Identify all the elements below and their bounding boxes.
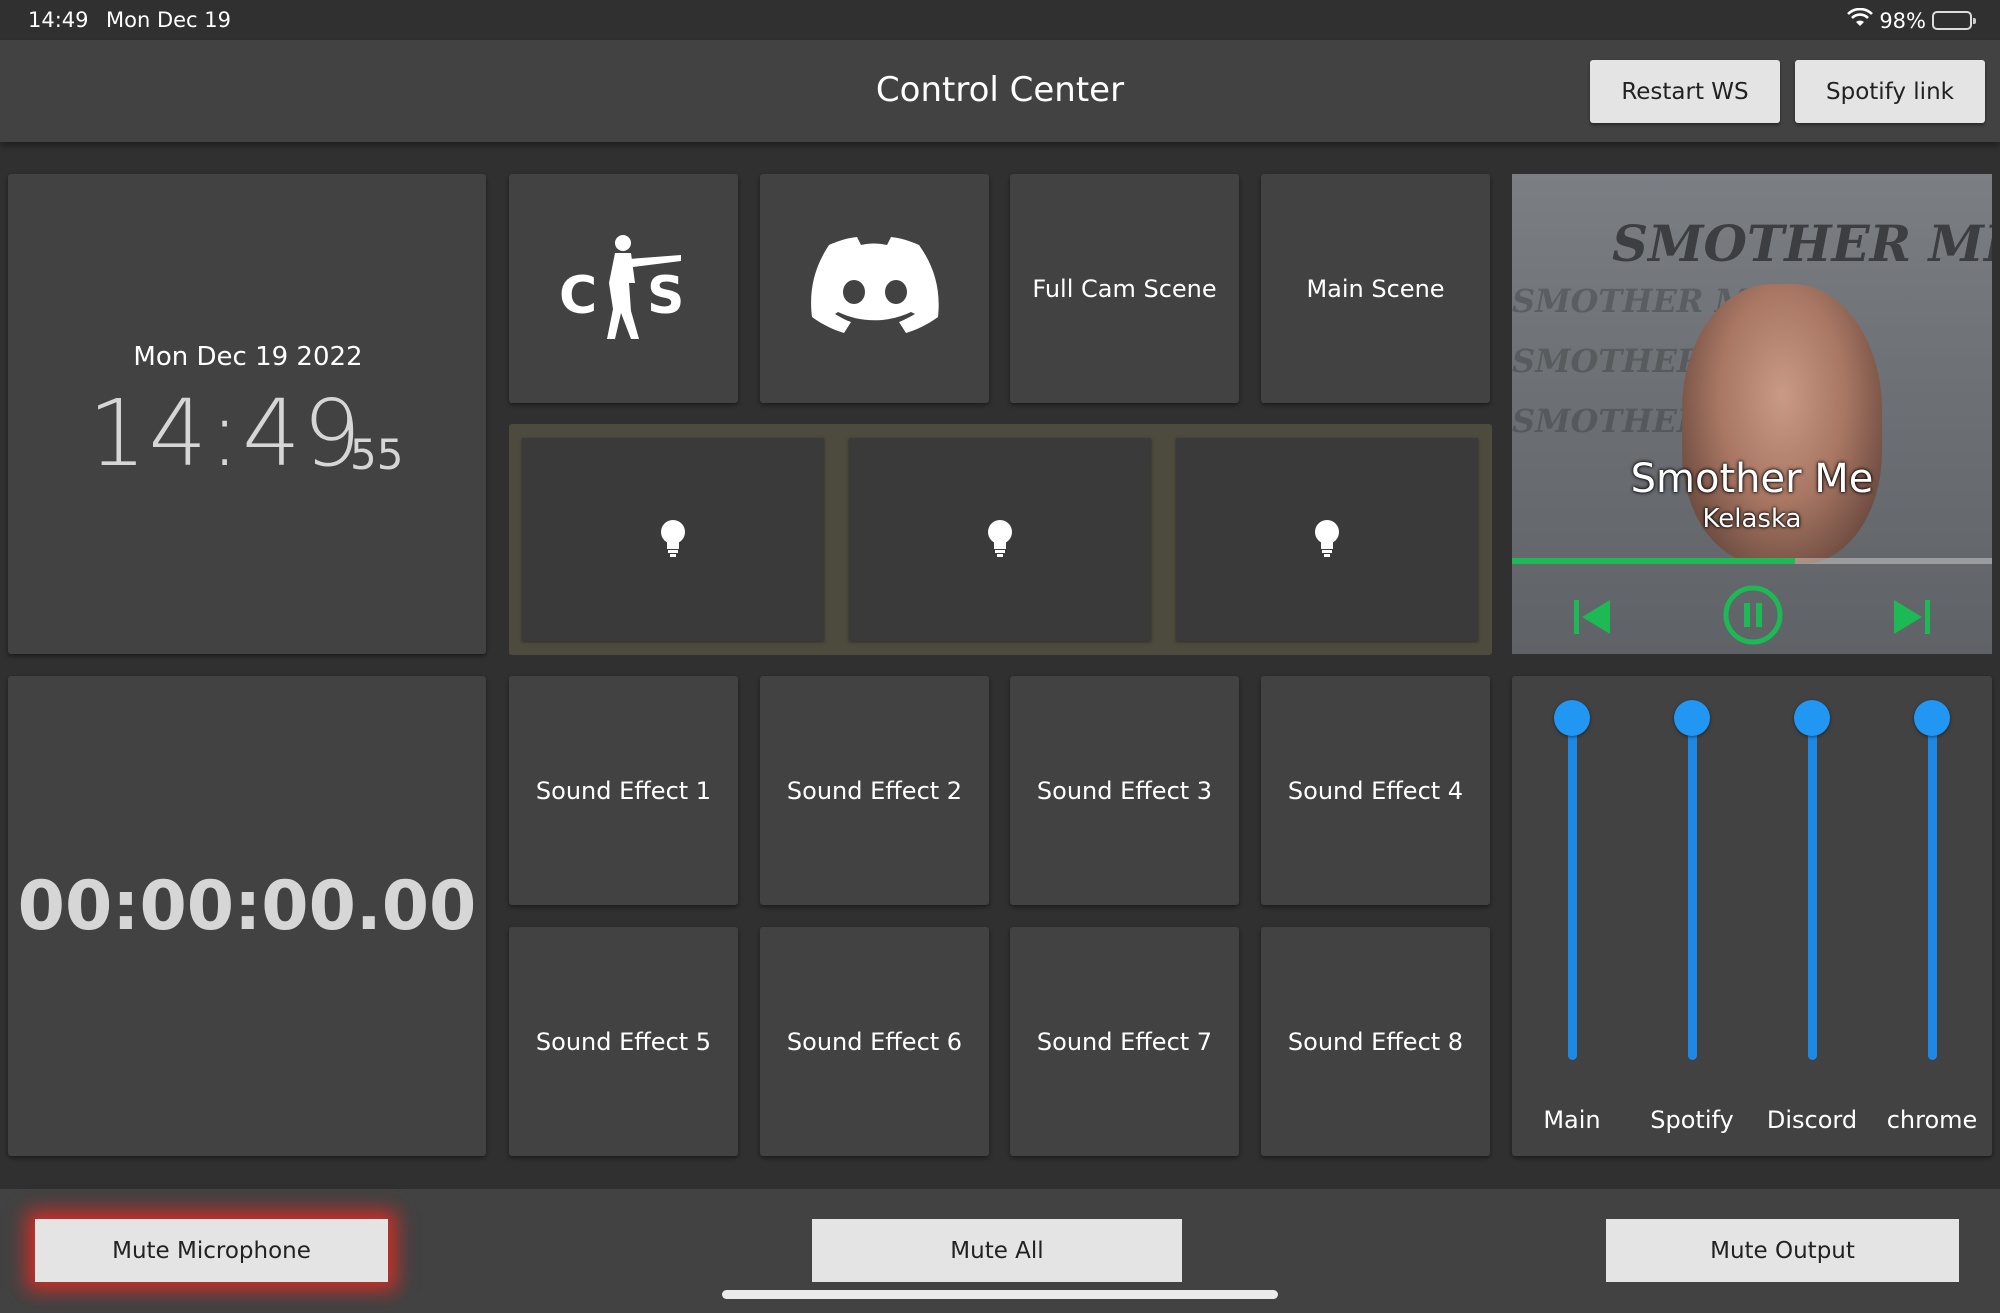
clock-tile: Mon Dec 19 2022 14:49 55 [8, 174, 486, 654]
volume-slider-discord[interactable] [1794, 700, 1830, 1060]
mute-all-button[interactable]: Mute All [812, 1219, 1182, 1282]
restart-ws-button[interactable]: Restart WS [1590, 60, 1780, 123]
volume-slider-main[interactable] [1554, 700, 1590, 1060]
main-scene-button[interactable]: Main Scene [1261, 174, 1490, 403]
stopwatch-display: 00:00:00.00 [17, 866, 477, 946]
light-toggle-3[interactable] [1176, 438, 1478, 641]
battery-icon [1932, 11, 1976, 30]
slider-track [1688, 716, 1697, 1060]
mixer-label-discord: Discord [1766, 1106, 1858, 1134]
song-artist: Kelaska [1702, 504, 1802, 534]
light-toggle-2[interactable] [849, 438, 1151, 641]
skip-previous-icon[interactable] [1572, 598, 1612, 640]
app-header: Control Center Restart WS Spotify link [0, 40, 2000, 142]
discord-logo-icon [810, 236, 939, 341]
album-cover-text: SMOTHER ME [1612, 214, 1992, 273]
playback-progress-fill [1512, 558, 1796, 564]
mute-output-button[interactable]: Mute Output [1606, 1219, 1959, 1282]
slider-thumb[interactable] [1554, 700, 1590, 736]
cs-logo-icon: C S [559, 231, 689, 347]
lightbulb-icon [659, 519, 687, 561]
clock-date: Mon Dec 19 2022 [133, 342, 363, 372]
light-toggle-1[interactable] [522, 438, 824, 641]
mute-microphone-button[interactable]: Mute Microphone [35, 1219, 388, 1282]
spotify-link-button[interactable]: Spotify link [1795, 60, 1985, 123]
volume-slider-spotify[interactable] [1674, 700, 1710, 1060]
status-bar: 14:49 Mon Dec 19 98% [0, 0, 2000, 40]
slider-track [1568, 716, 1577, 1060]
clock-time: 14:49 [88, 380, 364, 487]
stopwatch-tile[interactable]: 00:00:00.00 [8, 676, 486, 1156]
slider-track [1808, 716, 1817, 1060]
status-time: 14:49 [28, 8, 89, 32]
volume-slider-chrome[interactable] [1914, 700, 1950, 1060]
mixer-label-chrome: chrome [1886, 1106, 1978, 1134]
home-indicator[interactable] [722, 1290, 1278, 1299]
mixer-label-main: Main [1543, 1106, 1601, 1134]
sound-effect-button-3[interactable]: Sound Effect 3 [1010, 676, 1239, 905]
sound-effect-button-6[interactable]: Sound Effect 6 [760, 927, 989, 1156]
sound-effect-button-8[interactable]: Sound Effect 8 [1261, 927, 1490, 1156]
svg-text:S: S [647, 266, 684, 326]
status-date: Mon Dec 19 [106, 8, 231, 32]
lights-panel [509, 424, 1492, 655]
svg-text:C: C [559, 266, 597, 326]
battery-percent: 98% [1879, 8, 1926, 33]
full-cam-scene-button[interactable]: Full Cam Scene [1010, 174, 1239, 403]
mixer-label-spotify: Spotify [1650, 1106, 1734, 1134]
playback-progress[interactable] [1512, 558, 1992, 564]
sound-effect-button-5[interactable]: Sound Effect 5 [509, 927, 738, 1156]
lightbulb-icon [1313, 519, 1341, 561]
slider-thumb[interactable] [1674, 700, 1710, 736]
audio-mixer: Main Spotify Discord chrome [1512, 676, 1992, 1156]
slider-thumb[interactable] [1914, 700, 1950, 736]
wifi-icon [1847, 7, 1874, 33]
skip-next-icon[interactable] [1892, 598, 1932, 640]
slider-track [1928, 716, 1937, 1060]
spotify-player: SMOTHER ME SMOTHER ME SMOTHER ME SMOTHER… [1512, 174, 1992, 654]
sound-effect-button-4[interactable]: Sound Effect 4 [1261, 676, 1490, 905]
status-right: 98% [1847, 7, 1976, 33]
lightbulb-icon [986, 519, 1014, 561]
sound-effect-button-1[interactable]: Sound Effect 1 [509, 676, 738, 905]
slider-thumb[interactable] [1794, 700, 1830, 736]
discord-scene-button[interactable] [760, 174, 989, 403]
clock-seconds: 55 [350, 430, 404, 479]
sound-effect-button-2[interactable]: Sound Effect 2 [760, 676, 989, 905]
sound-effect-button-7[interactable]: Sound Effect 7 [1010, 927, 1239, 1156]
song-title: Smother Me [1630, 456, 1874, 502]
cs-scene-button[interactable]: C S [509, 174, 738, 403]
pause-circle-icon[interactable] [1722, 584, 1784, 650]
